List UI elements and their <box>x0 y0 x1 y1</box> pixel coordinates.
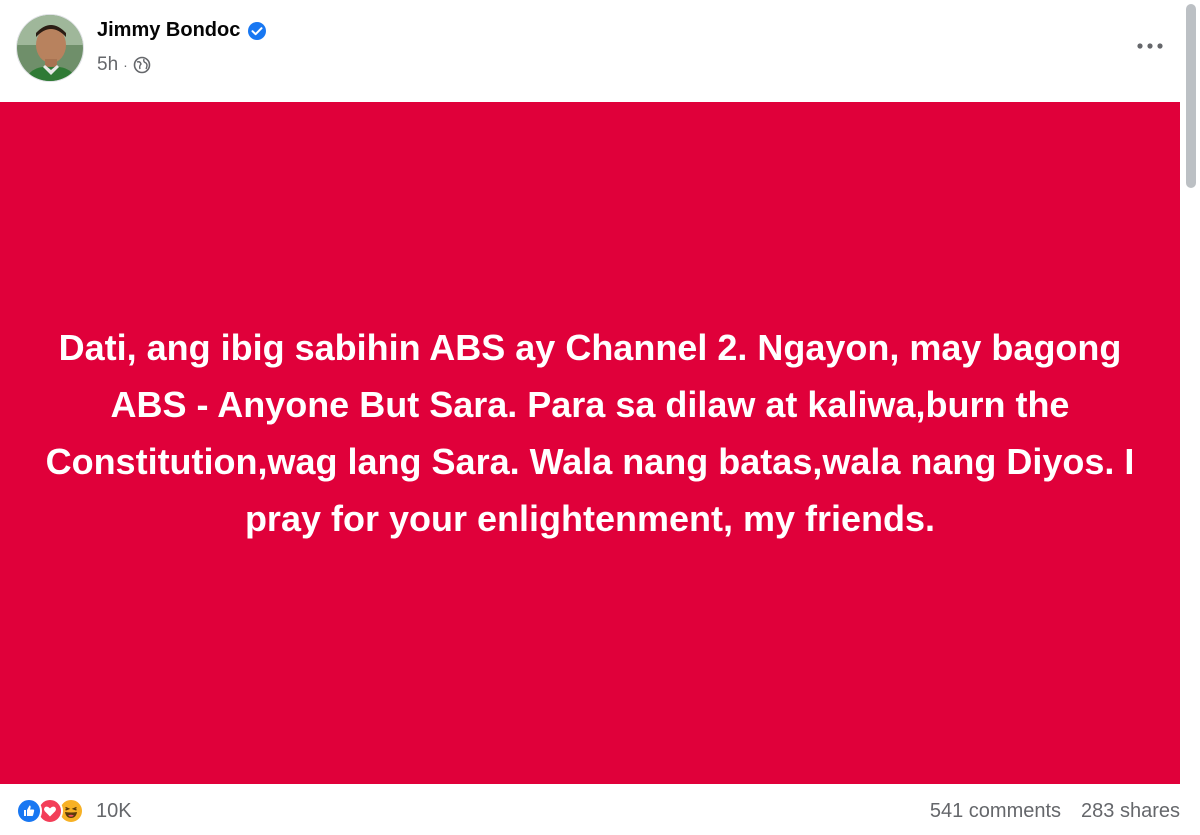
author-name[interactable]: Jimmy Bondoc <box>97 19 240 42</box>
post-meta: 5h · <box>97 54 151 76</box>
post-time[interactable]: 5h <box>97 54 118 76</box>
shares-count[interactable]: 283 shares <box>1081 800 1180 823</box>
like-icon <box>16 798 42 824</box>
engagement-stats: 541 comments 283 shares <box>930 800 1180 823</box>
more-options-button[interactable] <box>1130 28 1170 64</box>
scrollbar-thumb[interactable] <box>1186 4 1196 188</box>
globe-icon[interactable] <box>133 56 151 74</box>
post-header: Jimmy Bondoc 5h · <box>0 0 1200 102</box>
meta-separator: · <box>123 57 128 73</box>
facebook-post: Jimmy Bondoc 5h · Dati, ang ibig sabihin… <box>0 0 1200 835</box>
author-name-row: Jimmy Bondoc <box>97 19 267 42</box>
comments-count[interactable]: 541 comments <box>930 800 1061 823</box>
author-avatar[interactable] <box>16 14 84 82</box>
more-dots-icon <box>1137 43 1163 49</box>
colored-text-post[interactable]: Dati, ang ibig sabihin ABS ay Channel 2.… <box>0 102 1180 784</box>
scrollbar[interactable] <box>1182 0 1200 835</box>
reactions-summary[interactable]: 10K <box>16 798 132 824</box>
avatar-image <box>17 15 83 81</box>
post-footer: 10K 541 comments 283 shares <box>0 784 1180 835</box>
reaction-count: 10K <box>96 799 132 822</box>
verified-badge-icon <box>247 21 267 41</box>
post-text: Dati, ang ibig sabihin ABS ay Channel 2.… <box>45 327 1135 539</box>
